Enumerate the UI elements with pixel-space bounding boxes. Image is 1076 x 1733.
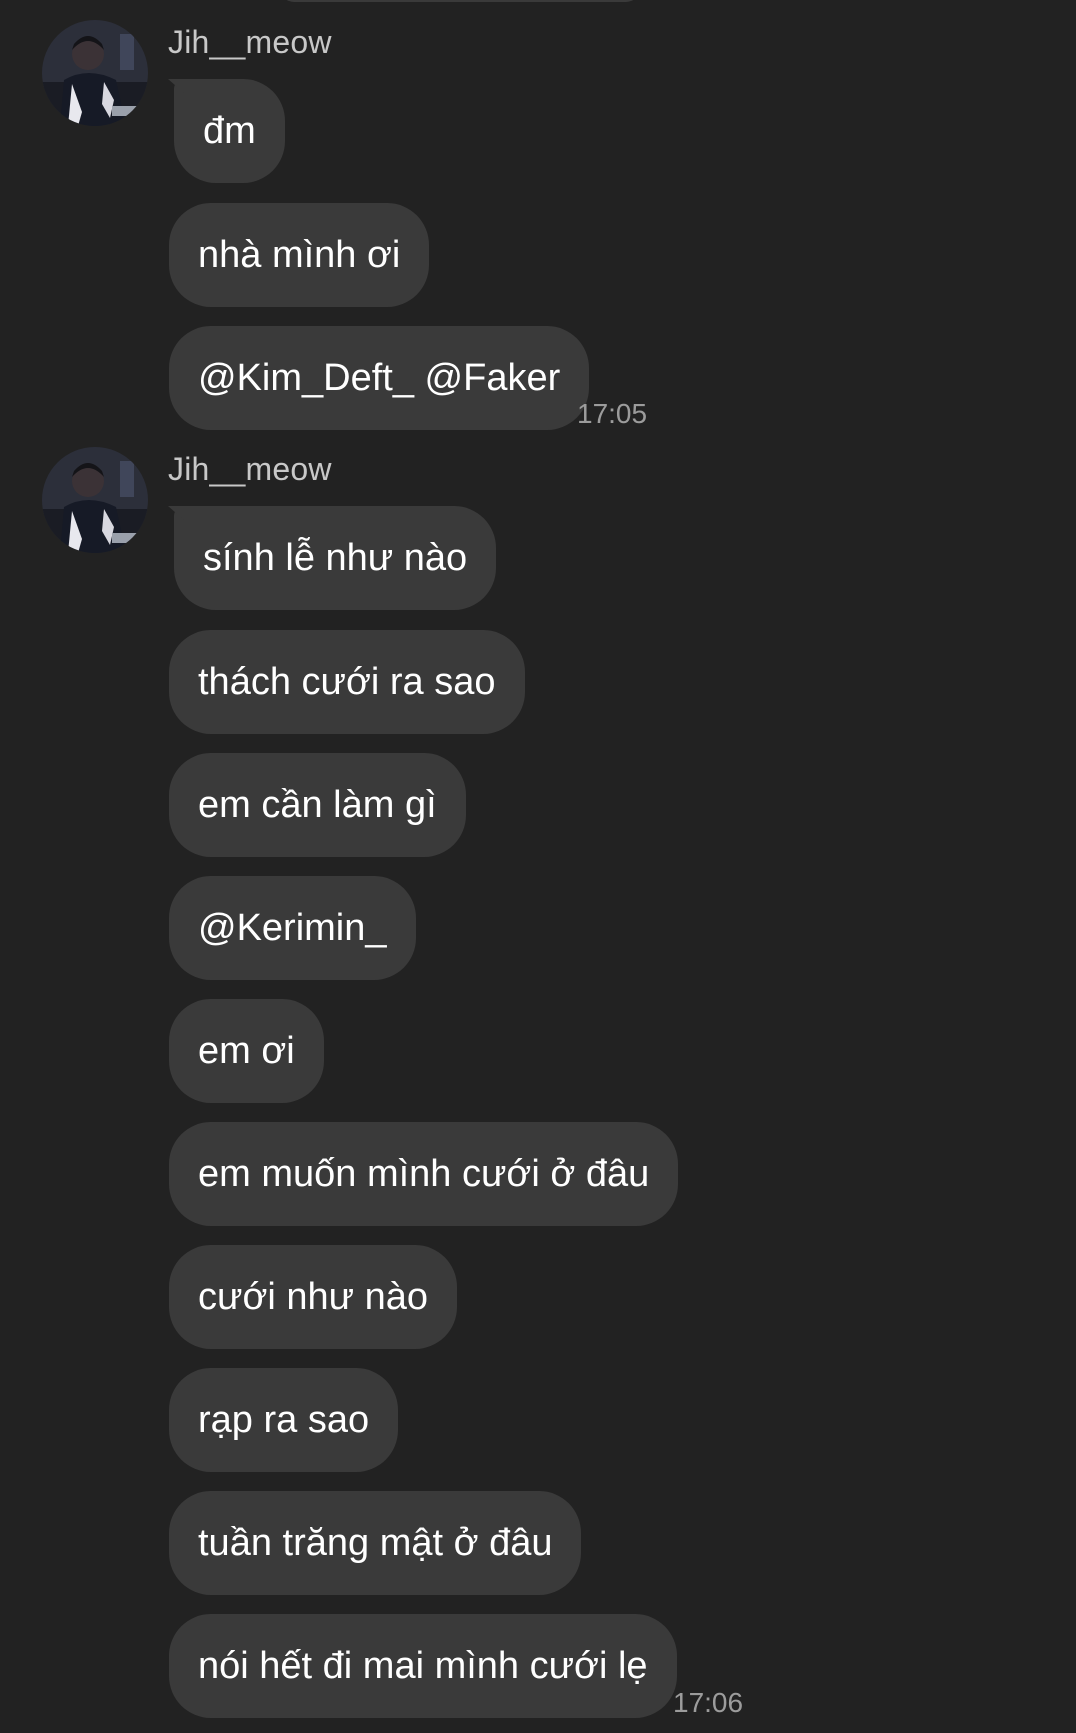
message-bubble[interactable]: tuần trăng mật ở đâu xyxy=(169,1491,582,1595)
message-bubble[interactable]: sính lễ như nào xyxy=(174,506,497,610)
message-bubble[interactable]: @Kerimin_ xyxy=(169,876,416,980)
message-bubble[interactable]: em ơi xyxy=(169,999,324,1103)
message-bubble[interactable]: em muốn mình cưới ở đâu xyxy=(169,1122,679,1226)
message-bubble[interactable]: rạp ra sao xyxy=(169,1368,399,1472)
previous-message-bubble-edge xyxy=(280,0,640,2)
sender-name[interactable]: Jih__meow xyxy=(168,451,332,488)
message-timestamp: 17:05 xyxy=(577,398,648,429)
message-bubble[interactable]: cưới như nào xyxy=(169,1245,458,1349)
message-bubble[interactable]: nhà mình ơi xyxy=(169,203,430,307)
message-bubble[interactable]: nói hết đi mai mình cưới lẹ xyxy=(169,1614,677,1718)
message-bubble[interactable]: em cần làm gì xyxy=(169,753,466,857)
message-bubble[interactable]: @Kim_Deft_ @Faker xyxy=(169,326,590,430)
avatar[interactable] xyxy=(42,20,148,126)
message-bubble[interactable]: thách cưới ra sao xyxy=(169,630,525,734)
sender-name[interactable]: Jih__meow xyxy=(168,24,332,61)
avatar[interactable] xyxy=(42,447,148,553)
message-timestamp: 17:06 xyxy=(673,1687,744,1718)
message-bubble[interactable]: đm xyxy=(174,79,285,183)
